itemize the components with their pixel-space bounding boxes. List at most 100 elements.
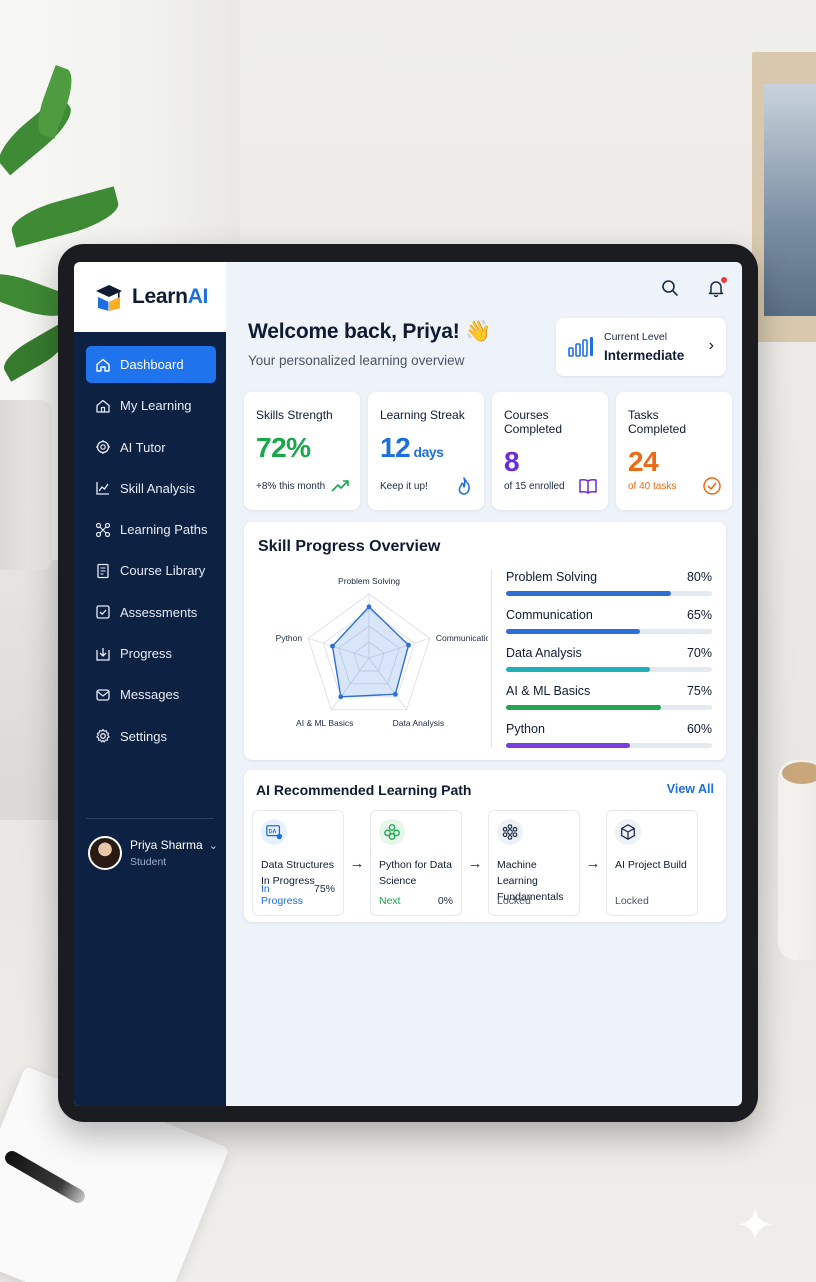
sidebar-item-skill-analysis[interactable]: Skill Analysis: [86, 470, 216, 507]
skill-progress-card: Skill Progress Overview Problem Solving C…: [244, 522, 726, 760]
flame-icon: [454, 476, 474, 496]
skill-bar-head: Communication 65%: [506, 608, 712, 622]
stat-note: of 40 tasks: [628, 481, 677, 492]
skill-bar-fill: [506, 629, 640, 634]
stat-value-unit: days: [410, 444, 444, 460]
radar-label: AI & ML Basics: [296, 718, 353, 728]
ml-brain-icon: [497, 819, 523, 845]
radar-label: Problem Solving: [338, 576, 400, 586]
stat-card-tasks-completed[interactable]: Tasks Completed 24 of 40 tasks: [616, 392, 732, 510]
background-picture: [764, 84, 816, 316]
radar-label: Communication: [436, 633, 488, 643]
radar-label: Python: [276, 633, 303, 643]
skill-bar-row: Data Analysis 70%: [506, 646, 712, 684]
svg-text:DA: DA: [269, 829, 277, 835]
step-percent: 0%: [437, 895, 453, 907]
learning-path-step[interactable]: Machine Learning Fundamentals Locked: [488, 810, 580, 916]
step-percent: 75%: [313, 883, 335, 895]
skill-bar-fill: [506, 743, 630, 748]
view-all-link[interactable]: View All: [667, 782, 714, 796]
learning-path-step[interactable]: DA Data Structures In Progress In Progress…: [252, 810, 344, 916]
home-icon: [94, 356, 112, 374]
skill-bar-row: Communication 65%: [506, 608, 712, 646]
sidebar-item-my-learning[interactable]: My Learning: [86, 387, 216, 424]
page-title: Welcome back, Priya! 👋: [248, 320, 492, 343]
skill-radar-chart: Problem Solving Communication Data Analysi…: [276, 576, 488, 728]
sidebar-item-progress[interactable]: Progress: [86, 635, 216, 672]
learning-path-step[interactable]: Python for Data Science Next 0%: [370, 810, 462, 916]
bell-icon[interactable]: [704, 276, 728, 300]
skill-bar-track: [506, 667, 712, 672]
sidebar-item-label: My Learning: [120, 398, 192, 414]
brand-logo[interactable]: LearnAI: [74, 262, 226, 332]
skill-bar-track: [506, 591, 712, 596]
user-role: Student: [130, 856, 167, 868]
sidebar-item-messages[interactable]: Messages: [86, 676, 216, 713]
top-actions: [658, 276, 728, 300]
user-profile[interactable]: Priya Sharma Student ⌄: [88, 836, 218, 870]
skill-bar-track: [506, 629, 712, 634]
path-nodes-icon: [94, 521, 112, 539]
skill-bar-head: Data Analysis 70%: [506, 646, 712, 660]
stat-note: +8% this month: [256, 481, 326, 492]
home-outline-icon: [94, 397, 112, 415]
learning-path-card: AI Recommended Learning Path View All DA…: [244, 770, 726, 922]
sidebar-item-label: Dashboard: [120, 357, 184, 372]
search-icon[interactable]: [658, 276, 682, 300]
skill-name: Data Analysis: [506, 646, 582, 660]
current-level-card[interactable]: Current Level Intermediate ›: [556, 318, 726, 376]
stat-value-number: 72%: [256, 432, 311, 463]
stat-title: Learning Streak: [380, 408, 465, 422]
radar-point: [366, 604, 372, 610]
arrow-right-icon: →: [467, 854, 483, 872]
sidebar-item-label: AI Tutor: [120, 439, 166, 455]
skill-bar-head: AI & ML Basics 75%: [506, 684, 712, 698]
sidebar-nav: Dashboard My Learning AI Tutor Skill Analys…: [86, 346, 216, 759]
stat-card-skills-strength[interactable]: Skills Strength 72% +8% this month: [244, 392, 360, 510]
skill-percent: 65%: [686, 608, 712, 622]
learning-path-step[interactable]: AI Project Build Locked: [606, 810, 698, 916]
level-value: Intermediate: [604, 348, 685, 363]
page-subtitle: Your personalized learning overview: [248, 353, 465, 368]
learning-path-title: AI Recommended Learning Path: [256, 782, 472, 798]
python-nodes-icon: [379, 819, 405, 845]
skill-name: Problem Solving: [506, 570, 598, 584]
skill-name: Communication: [506, 608, 593, 622]
skill-percent: 80%: [686, 570, 712, 584]
stat-value-number: 12: [380, 432, 411, 463]
skill-bar-head: Python 60%: [506, 722, 712, 736]
progress-icon: [94, 645, 112, 663]
sidebar-item-dashboard[interactable]: Dashboard: [86, 346, 216, 383]
stat-card-learning-streak[interactable]: Learning Streak 12 days Keep it up!: [368, 392, 484, 510]
background-plant-pot: [0, 400, 52, 570]
step-name: Machine Learning Fundamentals: [497, 859, 564, 903]
radar-data-area: [331, 605, 410, 698]
cube-icon: [615, 819, 641, 845]
sidebar-item-label: Assessments: [120, 604, 198, 620]
skill-bar-fill: [506, 667, 651, 672]
radar-point: [406, 642, 411, 648]
tablet-screen: LearnAI Dashboard My Learning AI Tutor Skil…: [74, 262, 742, 1106]
radar-point: [392, 691, 398, 697]
sidebar-item-assessments[interactable]: Assessments: [86, 594, 216, 631]
gear-icon: [94, 727, 112, 745]
sidebar-item-label: Progress: [120, 646, 173, 662]
ai-chip-icon: [94, 438, 112, 456]
avatar[interactable]: [88, 836, 122, 870]
sidebar-item-course-library[interactable]: Course Library: [86, 552, 216, 589]
divider: [491, 570, 492, 748]
data-structures-icon: DA: [261, 819, 287, 845]
sidebar-item-settings[interactable]: Settings: [86, 718, 216, 755]
stat-card-courses-completed[interactable]: Courses Completed 8 of 15 enrolled: [492, 392, 608, 510]
skill-name: AI & ML Basics: [506, 684, 591, 698]
sidebar-item-learning-paths[interactable]: Learning Paths: [86, 511, 216, 548]
radar-point: [338, 694, 344, 700]
trend-up-icon: [330, 476, 350, 496]
brand-name-suffix: AI: [187, 285, 209, 308]
sidebar-item-ai-tutor[interactable]: AI Tutor: [86, 429, 216, 466]
chevron-right-icon[interactable]: ›: [709, 337, 714, 355]
chevron-down-icon[interactable]: ⌄: [209, 839, 218, 852]
step-footer: In Progress 75%: [261, 883, 335, 907]
sparkle-icon: ✦: [736, 1199, 775, 1251]
sidebar-item-label: Messages: [120, 687, 180, 703]
